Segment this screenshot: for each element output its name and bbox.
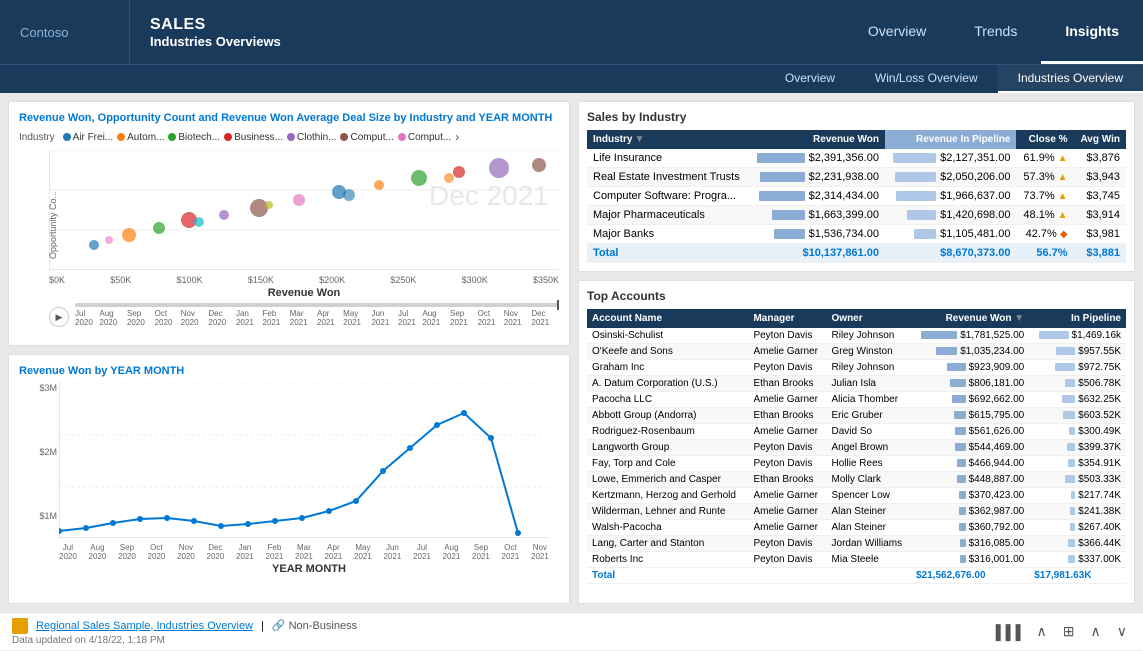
table-row: Roberts IncPeyton DavisMia Steele $316,0… xyxy=(587,552,1126,568)
play-button[interactable]: ▶ xyxy=(49,307,69,327)
legend-item-2: Biotech... xyxy=(168,132,220,143)
table-row: Fay, Torp and ColePeyton DavisHollie Ree… xyxy=(587,456,1126,472)
sub-navigation: Overview Win/Loss Overview Industries Ov… xyxy=(0,64,1143,93)
nav-title: SALES xyxy=(150,16,824,34)
chevron-up-icon[interactable]: ∧ xyxy=(1033,621,1051,642)
bottom-left: Regional Sales Sample, Industries Overvi… xyxy=(12,618,357,646)
tab-trends[interactable]: Trends xyxy=(950,0,1041,64)
link-icon: 🔗 xyxy=(272,619,286,632)
top-accounts-card: Top Accounts Account Name Manager Owner … xyxy=(578,280,1135,604)
main-content: Revenue Won, Opportunity Count and Reven… xyxy=(0,93,1143,612)
table-row: Lang, Carter and StantonPeyton DavisJord… xyxy=(587,536,1126,552)
bottom-icon xyxy=(12,618,28,634)
table-row: Life Insurance $2,391,356.00 $2,127,351.… xyxy=(587,149,1126,168)
col-pipeline[interactable]: Revenue In Pipeline xyxy=(885,130,1017,149)
x-axis-title: Revenue Won xyxy=(49,287,559,299)
sub-tab-winloss[interactable]: Win/Loss Overview xyxy=(855,65,998,93)
chevron-up-icon-2[interactable]: ∧ xyxy=(1087,621,1105,642)
chart-legend: Industry Air Frei... Autom... Biotech...… xyxy=(19,130,559,144)
col-close-pct[interactable]: Close % xyxy=(1016,130,1073,149)
table-row: Langworth GroupPeyton DavisAngel Brown $… xyxy=(587,440,1126,456)
table-row: Abbott Group (Andorra)Ethan BrooksEric G… xyxy=(587,408,1126,424)
bottom-link[interactable]: Regional Sales Sample, Industries Overvi… xyxy=(36,620,253,632)
col-industry[interactable]: Industry ▼ xyxy=(587,130,748,149)
legend-item-1: Autom... xyxy=(117,132,164,143)
left-panel: Revenue Won, Opportunity Count and Reven… xyxy=(8,101,570,604)
bottom-bar: Regional Sales Sample, Industries Overvi… xyxy=(0,612,1143,650)
sales-by-industry-card: Sales by Industry Industry ▼ Revenue Won… xyxy=(578,101,1135,272)
sales-by-industry-table: Industry ▼ Revenue Won Revenue In Pipeli… xyxy=(587,130,1126,263)
accounts-table: Account Name Manager Owner Revenue Won ▼… xyxy=(587,309,1126,584)
bottom-timestamp: Data updated on 4/18/22, 1:18 PM xyxy=(12,635,357,646)
sales-by-industry-title: Sales by Industry xyxy=(587,110,1126,124)
legend-item-0: Air Frei... xyxy=(63,132,114,143)
grid-icon[interactable]: ⊞ xyxy=(1059,621,1079,642)
bar-chart-icon[interactable]: ▐▐▐ xyxy=(987,622,1025,642)
sub-tab-overview[interactable]: Overview xyxy=(765,65,855,93)
col-in-pipeline[interactable]: In Pipeline xyxy=(1029,309,1126,328)
nav-tabs: Overview Trends Insights xyxy=(844,0,1143,64)
y-axis-labels: $3M$2M$1M xyxy=(21,383,57,575)
bottom-right: ▐▐▐ ∧ ⊞ ∧ ∨ xyxy=(987,621,1131,642)
legend-item-6: Comput... xyxy=(398,132,451,143)
nav-center: SALES Industries Overviews xyxy=(130,0,844,64)
accounts-table-wrapper[interactable]: Account Name Manager Owner Revenue Won ▼… xyxy=(587,309,1126,584)
col-avg-win[interactable]: Avg Win xyxy=(1074,130,1126,149)
col-owner[interactable]: Owner xyxy=(827,309,911,328)
table-row: Graham IncPeyton DavisRiley Johnson $923… xyxy=(587,360,1126,376)
chevron-down-icon[interactable]: ∨ xyxy=(1113,621,1131,642)
table-row: Kertzmann, Herzog and GerholdAmelie Garn… xyxy=(587,488,1126,504)
table-row: Wilderman, Lehner and RunteAmelie Garner… xyxy=(587,504,1126,520)
table-row: Walsh-PacochaAmelie GarnerAlan Steiner $… xyxy=(587,520,1126,536)
y-axis-label: Opportunity Co... xyxy=(48,190,58,258)
industry-total-row: Total $10,137,861.00 $8,670,373.00 56.7%… xyxy=(587,244,1126,263)
bottom-tag: 🔗 Non-Business xyxy=(272,619,357,632)
col-account-revenue-won[interactable]: Revenue Won ▼ xyxy=(911,309,1029,328)
tab-overview[interactable]: Overview xyxy=(844,0,950,64)
table-row: Computer Software: Progra... $2,314,434.… xyxy=(587,187,1126,206)
table-row: Real Estate Investment Trusts $2,231,938… xyxy=(587,168,1126,187)
table-row: Major Pharmaceuticals $1,663,399.00 $1,4… xyxy=(587,206,1126,225)
line-chart-x-labels: Jul2020 Aug2020 Sep2020 Oct2020 Nov2020 … xyxy=(59,543,549,561)
legend-item-4: Clothin... xyxy=(287,132,336,143)
tab-insights[interactable]: Insights xyxy=(1041,0,1143,64)
sub-tab-industries[interactable]: Industries Overview xyxy=(998,65,1143,93)
col-manager[interactable]: Manager xyxy=(748,309,826,328)
table-row: Osinski-SchulistPeyton DavisRiley Johnso… xyxy=(587,328,1126,344)
right-panel: Sales by Industry Industry ▼ Revenue Won… xyxy=(578,101,1135,604)
table-row: O'Keefe and SonsAmelie GarnerGreg Winsto… xyxy=(587,344,1126,360)
scatter-chart-card: Revenue Won, Opportunity Count and Reven… xyxy=(8,101,570,346)
legend-item-5: Comput... xyxy=(340,132,393,143)
scatter-chart-title: Revenue Won, Opportunity Count and Reven… xyxy=(19,112,559,124)
revenue-chart-title: Revenue Won by YEAR MONTH xyxy=(19,365,559,377)
nav-subtitle: Industries Overviews xyxy=(150,34,824,49)
logo: Contoso xyxy=(0,0,130,64)
table-row: Pacocha LLCAmelie GarnerAlicia Thomber $… xyxy=(587,392,1126,408)
col-account-name[interactable]: Account Name xyxy=(587,309,748,328)
table-row: Major Banks $1,536,734.00 $1,105,481.00 … xyxy=(587,225,1126,244)
legend-more-icon[interactable]: › xyxy=(455,130,459,144)
revenue-chart-card: Revenue Won by YEAR MONTH $3M$2M$1M xyxy=(8,354,570,604)
accounts-total-row: Total $21,562,676.00 $17,981.63K xyxy=(587,568,1126,584)
svg-text:Dec 2021: Dec 2021 xyxy=(429,180,549,211)
table-row: Lowe, Emmerich and CasperEthan BrooksMol… xyxy=(587,472,1126,488)
col-revenue-won[interactable]: Revenue Won xyxy=(748,130,885,149)
scatter-svg: 100 0 Dec 2021 xyxy=(49,150,559,270)
table-row: A. Datum Corporation (U.S.)Ethan BrooksJ… xyxy=(587,376,1126,392)
line-chart-x-title: YEAR MONTH xyxy=(59,563,559,575)
top-navigation: Contoso SALES Industries Overviews Overv… xyxy=(0,0,1143,64)
legend-label: Industry xyxy=(19,132,55,143)
line-chart-svg xyxy=(59,383,549,538)
top-accounts-title: Top Accounts xyxy=(587,289,1126,303)
x-axis-labels: $0K$50K$100K$150K$200K$250K$300K$350K xyxy=(49,275,559,285)
table-row: Rodriguez-RosenbaumAmelie GarnerDavid So… xyxy=(587,424,1126,440)
legend-item-3: Business... xyxy=(224,132,283,143)
